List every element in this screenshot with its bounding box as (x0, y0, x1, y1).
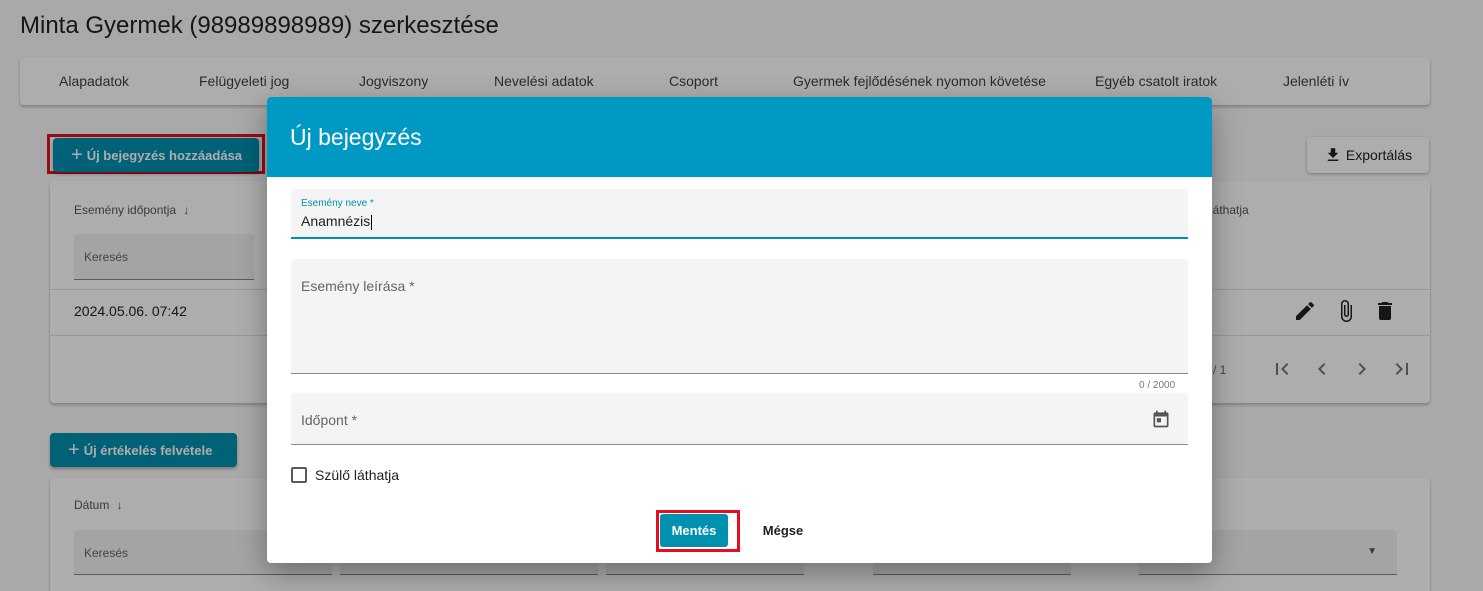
event-name-field[interactable]: Esemény neve * Anamnézis (291, 189, 1188, 239)
text-caret (371, 214, 373, 230)
calendar-icon[interactable] (1151, 409, 1171, 429)
event-name-input-wrap: Anamnézis (301, 213, 373, 230)
event-name-value: Anamnézis (301, 213, 371, 229)
event-time-field[interactable]: Időpont * (291, 393, 1188, 445)
char-counter: 0 / 2000 (1139, 380, 1176, 391)
dialog-title: Új bejegyzés (290, 124, 422, 150)
event-time-label: Időpont * (301, 412, 358, 428)
save-button[interactable]: Mentés (660, 514, 728, 547)
parent-visible-label: Szülő láthatja (315, 467, 400, 483)
event-description-field[interactable]: Esemény leírása * (291, 259, 1188, 374)
event-description-label: Esemény leírása * (301, 278, 415, 294)
new-entry-dialog: Új bejegyzés Esemény neve * Anamnézis Es… (267, 97, 1212, 563)
dialog-header: Új bejegyzés (267, 97, 1212, 177)
parent-visible-row[interactable]: Szülő láthatja (291, 467, 399, 483)
cancel-button[interactable]: Mégse (747, 514, 819, 547)
event-name-label: Esemény neve * (301, 198, 374, 209)
parent-visible-checkbox[interactable] (291, 467, 307, 483)
